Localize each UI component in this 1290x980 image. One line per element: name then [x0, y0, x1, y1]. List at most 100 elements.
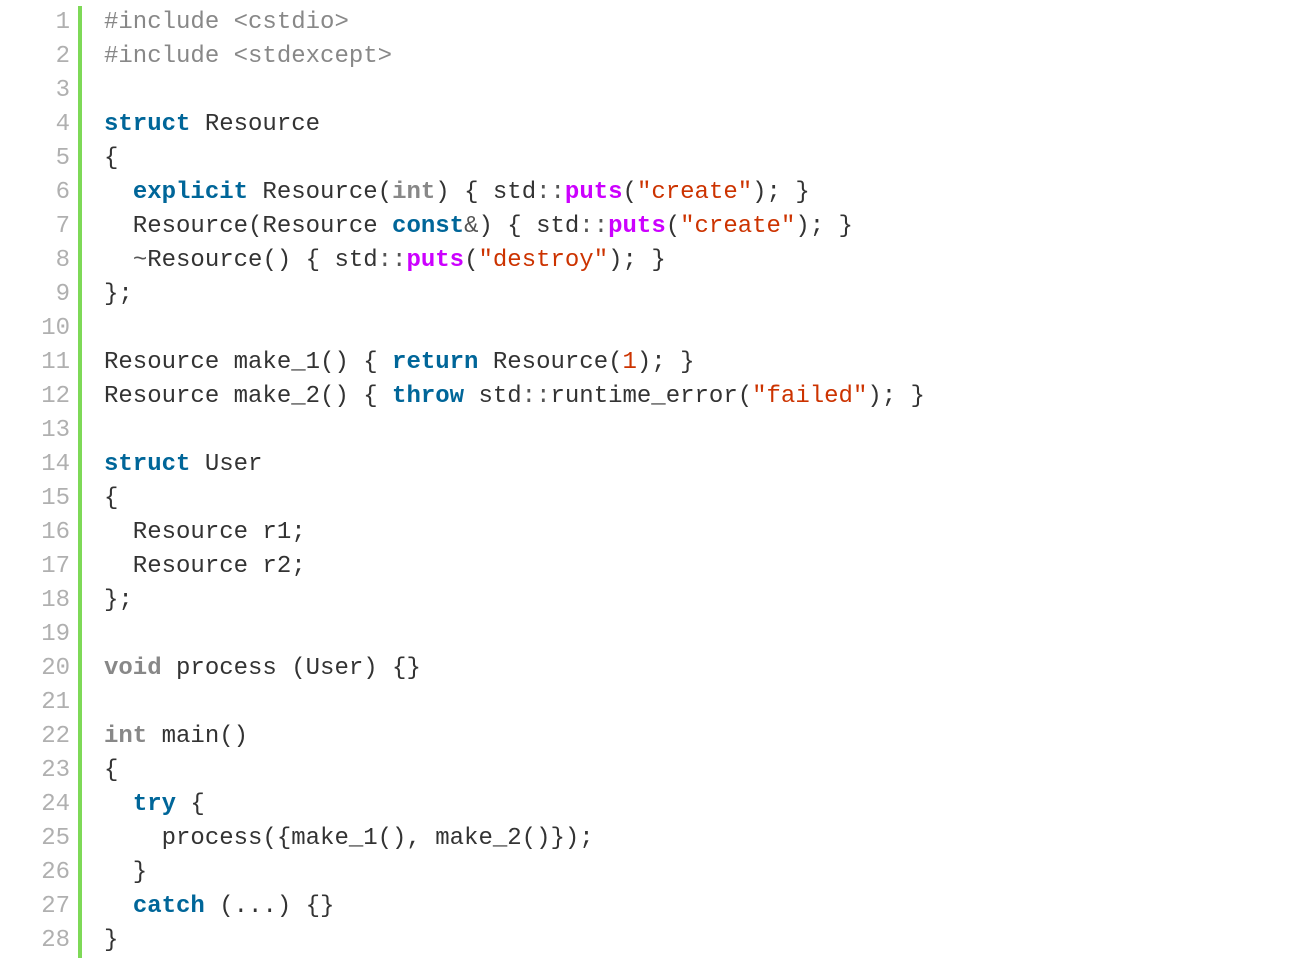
code-token: ~ — [133, 247, 147, 274]
code-line: }; — [104, 278, 1290, 312]
line-number: 9 — [0, 278, 70, 312]
code-token: ( — [666, 213, 680, 240]
line-number: 26 — [0, 856, 70, 890]
code-line: } — [104, 856, 1290, 890]
code-line — [104, 618, 1290, 652]
code-line: Resource(Resource const&) { std::puts("c… — [104, 210, 1290, 244]
code-token: #include <cstdio> — [104, 9, 349, 36]
code-token: 1 — [623, 349, 637, 376]
line-number: 22 — [0, 720, 70, 754]
code-line: int main() — [104, 720, 1290, 754]
code-token: ) { std — [435, 179, 536, 206]
code-token: ); } — [867, 383, 925, 410]
line-number: 23 — [0, 754, 70, 788]
code-line: Resource make_1() { return Resource(1); … — [104, 346, 1290, 380]
code-line: { — [104, 142, 1290, 176]
code-token: Resource r2; — [104, 553, 306, 580]
line-number: 1 — [0, 6, 70, 40]
code-token: explicit — [133, 179, 248, 206]
line-number: 17 — [0, 550, 70, 584]
code-token: ); } — [795, 213, 853, 240]
code-token: Resource(Resource — [104, 213, 392, 240]
code-token: process (User) {} — [162, 655, 421, 682]
line-number: 7 — [0, 210, 70, 244]
code-line — [104, 312, 1290, 346]
line-number: 6 — [0, 176, 70, 210]
code-token: try — [133, 791, 176, 818]
line-number: 13 — [0, 414, 70, 448]
code-token: :: — [378, 247, 407, 274]
code-token: :: — [579, 213, 608, 240]
code-token: } — [104, 859, 147, 886]
code-token — [104, 179, 133, 206]
code-token: & — [464, 213, 478, 240]
code-token: ); } — [637, 349, 695, 376]
code-token: ( — [623, 179, 637, 206]
code-line: }; — [104, 584, 1290, 618]
line-number: 28 — [0, 924, 70, 958]
line-number: 27 — [0, 890, 70, 924]
code-token: int — [104, 723, 147, 750]
code-token — [104, 247, 133, 274]
code-token: "failed" — [752, 383, 867, 410]
code-line: struct Resource — [104, 108, 1290, 142]
code-token: int — [392, 179, 435, 206]
code-line: #include <stdexcept> — [104, 40, 1290, 74]
code-token: runtime_error( — [550, 383, 752, 410]
code-token: ); } — [752, 179, 810, 206]
code-line: { — [104, 482, 1290, 516]
line-number: 19 — [0, 618, 70, 652]
code-token: return — [392, 349, 478, 376]
line-number: 12 — [0, 380, 70, 414]
code-token: throw — [392, 383, 464, 410]
code-token: Resource( — [478, 349, 622, 376]
code-token: { — [104, 145, 118, 172]
code-token — [104, 791, 133, 818]
code-token: Resource r1; — [104, 519, 306, 546]
code-line — [104, 74, 1290, 108]
line-number-gutter: 1234567891011121314151617181920212223242… — [0, 6, 78, 958]
line-number: 15 — [0, 482, 70, 516]
line-number: 20 — [0, 652, 70, 686]
code-line: void process (User) {} — [104, 652, 1290, 686]
code-token: Resource() { std — [147, 247, 377, 274]
code-line: catch (...) {} — [104, 890, 1290, 924]
code-token — [104, 893, 133, 920]
code-line: Resource r1; — [104, 516, 1290, 550]
code-line: struct User — [104, 448, 1290, 482]
code-line: ~Resource() { std::puts("destroy"); } — [104, 244, 1290, 278]
code-token: process({make_1(), make_2()}); — [104, 825, 594, 852]
code-token: :: — [536, 179, 565, 206]
line-number: 18 — [0, 584, 70, 618]
code-token: { — [104, 485, 118, 512]
code-token: "destroy" — [478, 247, 608, 274]
code-token: struct — [104, 451, 190, 478]
code-token: ( — [464, 247, 478, 274]
code-token: User — [190, 451, 262, 478]
code-token: puts — [406, 247, 464, 274]
code-block: 1234567891011121314151617181920212223242… — [0, 0, 1290, 958]
code-token: Resource( — [248, 179, 392, 206]
code-line: Resource make_2() { throw std::runtime_e… — [104, 380, 1290, 414]
code-token: void — [104, 655, 162, 682]
code-token: std — [464, 383, 522, 410]
code-token: puts — [565, 179, 623, 206]
code-token: "create" — [680, 213, 795, 240]
code-token: "create" — [637, 179, 752, 206]
code-line — [104, 414, 1290, 448]
line-number: 25 — [0, 822, 70, 856]
code-token: struct — [104, 111, 190, 138]
line-number: 16 — [0, 516, 70, 550]
line-number: 2 — [0, 40, 70, 74]
code-token: catch — [133, 893, 205, 920]
line-number: 14 — [0, 448, 70, 482]
line-number: 5 — [0, 142, 70, 176]
code-token: { — [176, 791, 205, 818]
code-token: }; — [104, 587, 133, 614]
code-token: }; — [104, 281, 133, 308]
line-number: 21 — [0, 686, 70, 720]
line-number: 11 — [0, 346, 70, 380]
code-line: { — [104, 754, 1290, 788]
code-token: puts — [608, 213, 666, 240]
code-token: Resource make_1() { — [104, 349, 392, 376]
